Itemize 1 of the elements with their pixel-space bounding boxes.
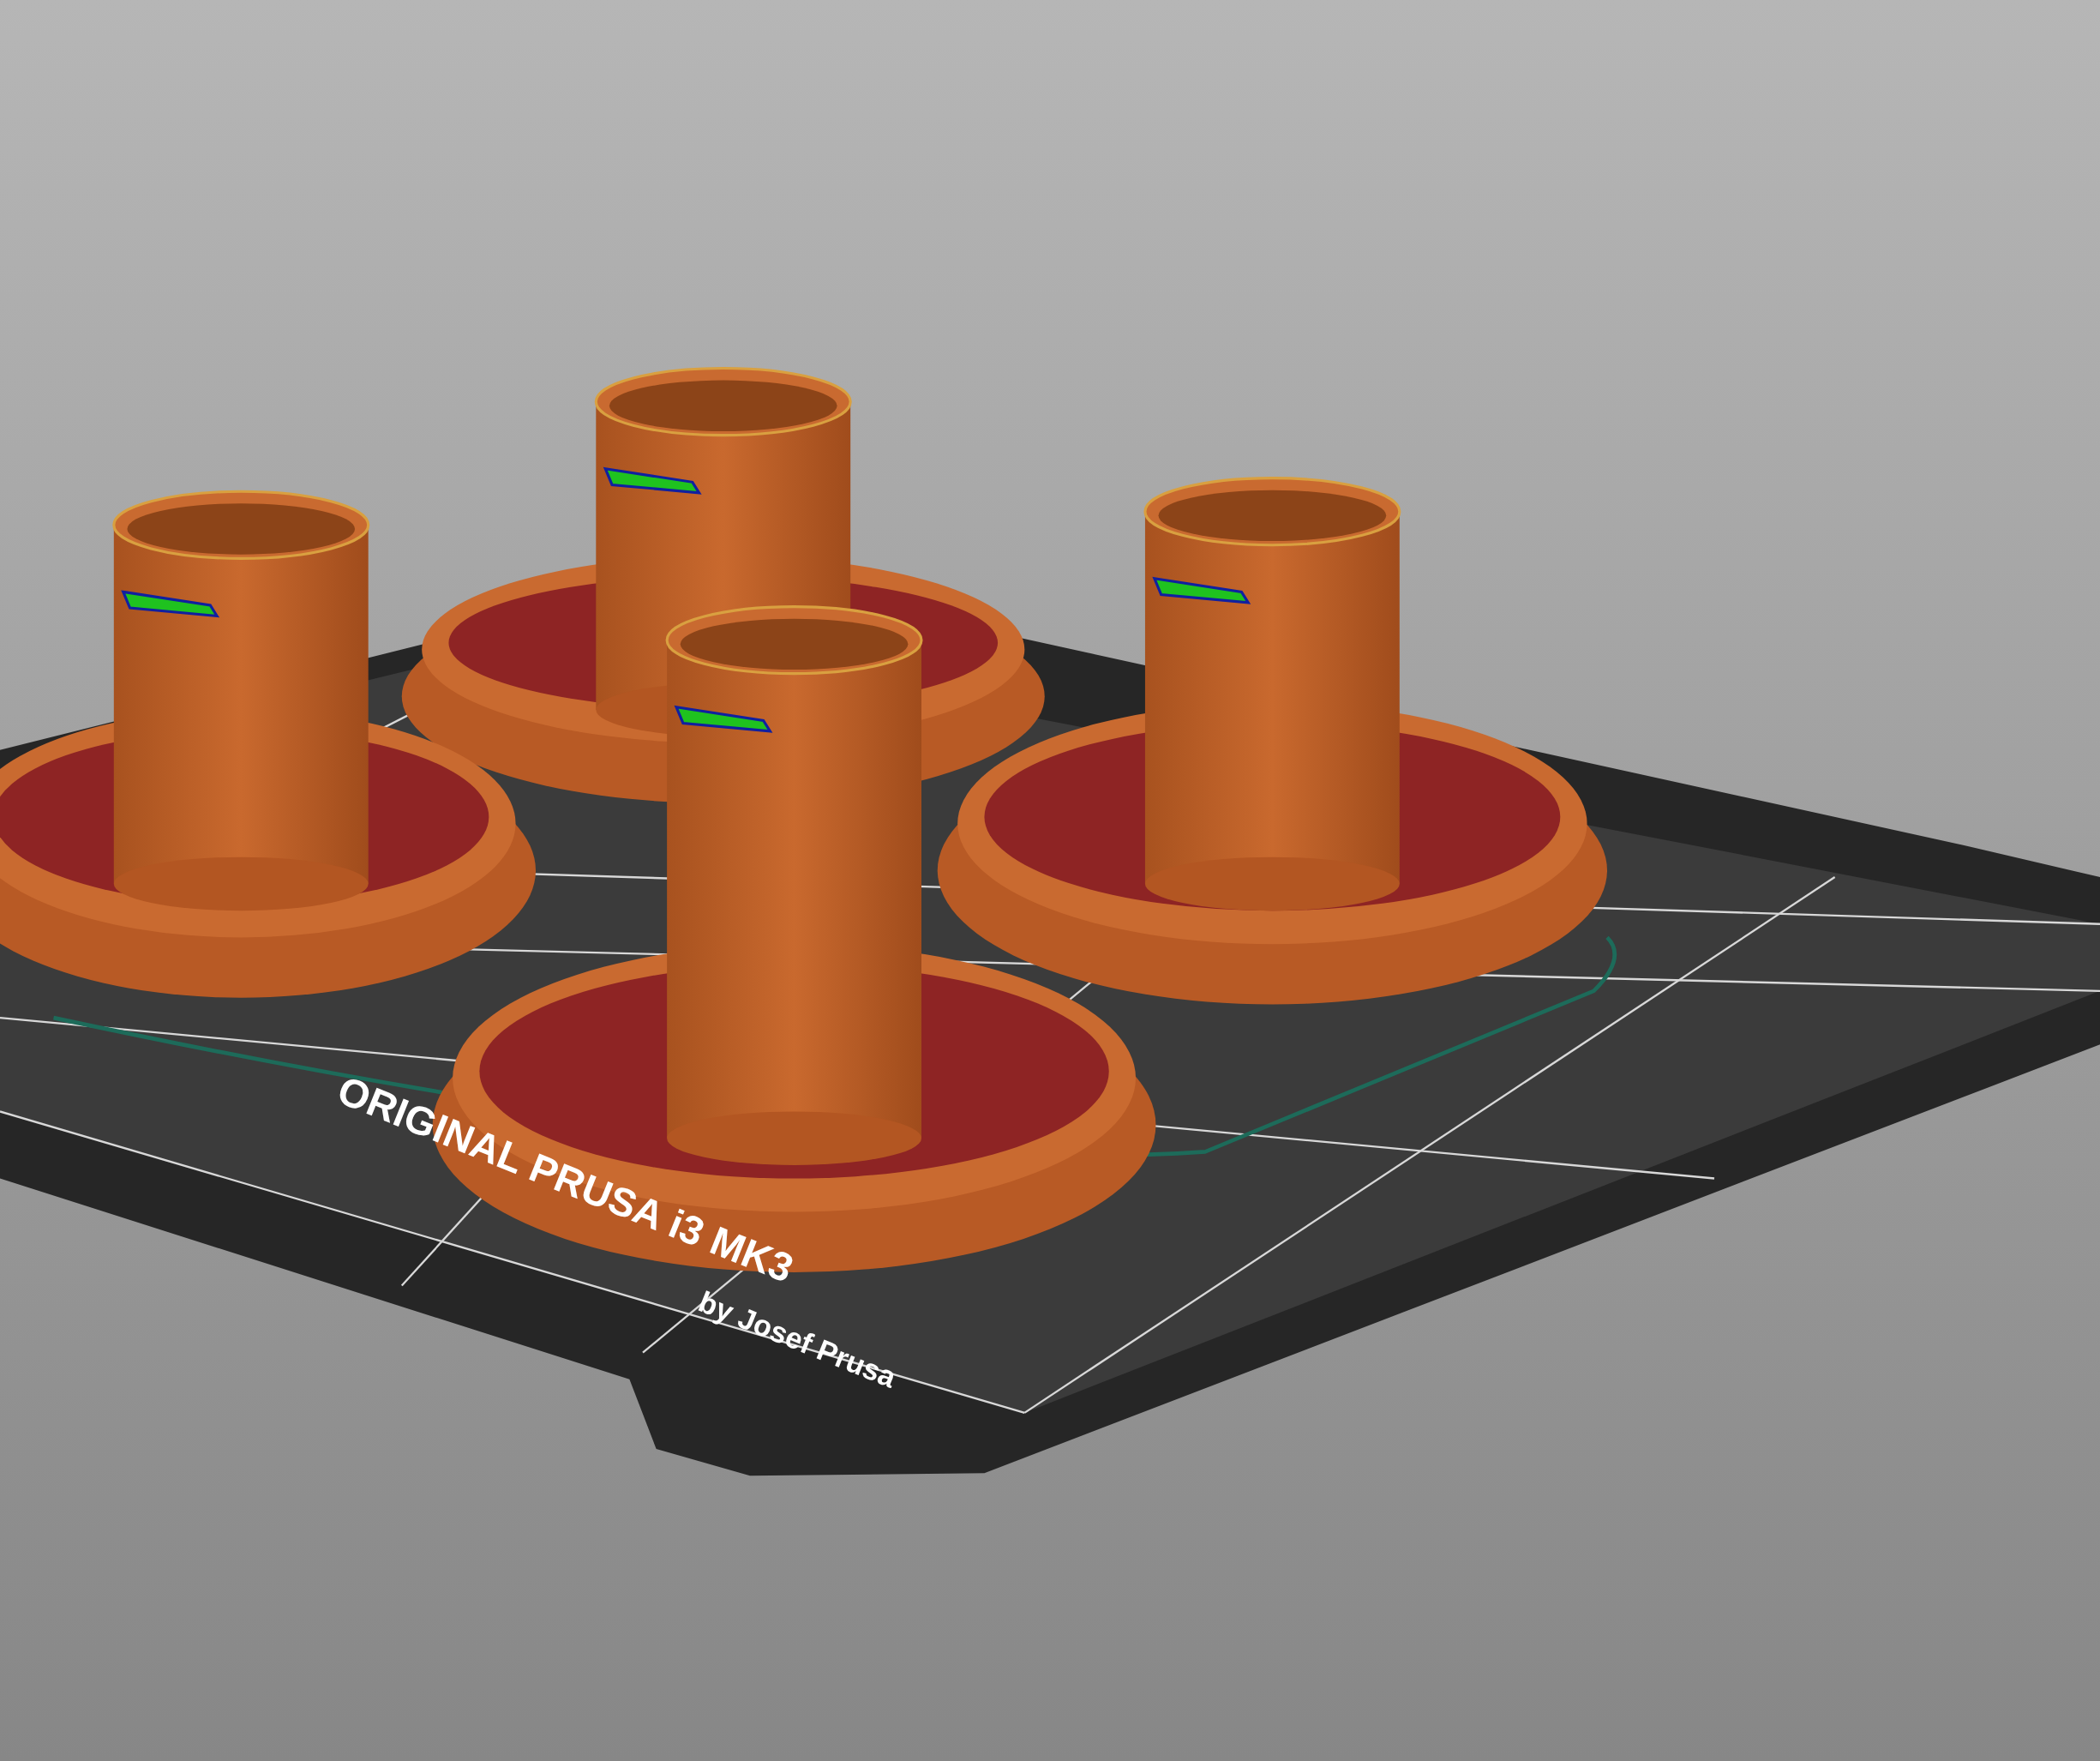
bed-logo-text: by Josef Prusa — [693, 1284, 901, 1394]
